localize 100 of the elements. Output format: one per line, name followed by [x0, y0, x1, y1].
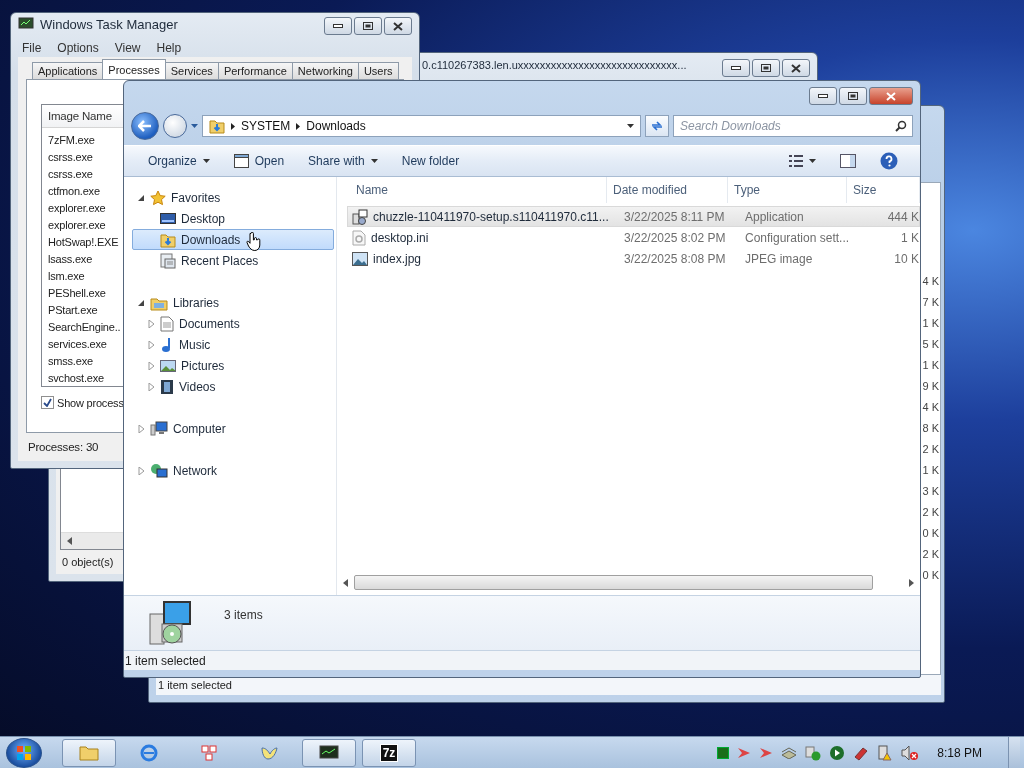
maximize-button[interactable]	[354, 17, 382, 35]
scroll-left-icon[interactable]	[67, 537, 73, 545]
nav-item[interactable]: Libraries	[132, 292, 334, 313]
stack-icon[interactable]	[781, 746, 798, 759]
process-name[interactable]: PStart.exe	[48, 301, 98, 319]
file-size: 10 K	[894, 251, 919, 266]
process-name[interactable]: services.exe	[48, 335, 107, 353]
process-name[interactable]: explorer.exe	[48, 216, 106, 234]
process-name[interactable]: SearchEngine..	[48, 318, 121, 336]
maximize-button[interactable]	[752, 59, 780, 77]
close-button[interactable]	[782, 59, 810, 77]
toolbar-button[interactable]: Organize	[140, 149, 218, 173]
nav-item[interactable]: Videos	[132, 376, 334, 397]
column-header[interactable]: Date modified	[613, 183, 688, 197]
menu-item[interactable]: File	[22, 41, 42, 55]
file-size: 9 K	[922, 379, 940, 394]
nav-item[interactable]: Network	[132, 460, 334, 481]
file-size: 0 K	[922, 526, 940, 541]
toolbar-button[interactable]: Open	[225, 149, 293, 173]
process-name[interactable]: PEShell.exe	[48, 284, 106, 302]
minimize-button[interactable]	[324, 17, 352, 35]
back-button[interactable]	[131, 112, 159, 140]
file-type: JPEG image	[745, 251, 813, 266]
maximize-icon	[761, 64, 771, 72]
process-name[interactable]: HotSwap!.EXE	[48, 233, 119, 251]
scrollbar-thumb[interactable]	[354, 575, 873, 590]
arrow-icon[interactable]	[737, 746, 752, 759]
breadcrumb[interactable]: SYSTEM	[241, 119, 291, 133]
collapsed-arrow-icon[interactable]	[147, 340, 155, 349]
toolbar-button[interactable]: Share with	[300, 149, 386, 173]
scroll-right-icon[interactable]	[909, 578, 914, 587]
nav-item[interactable]: Recent Places	[132, 250, 334, 271]
tab[interactable]: Networking	[291, 62, 359, 79]
tab[interactable]: Applications	[32, 62, 104, 79]
collapsed-arrow-icon[interactable]	[137, 466, 145, 475]
forward-button[interactable]	[163, 114, 187, 138]
folder-icon	[209, 118, 225, 134]
nav-item[interactable]: Computer	[132, 418, 334, 439]
file-row[interactable]: chuzzle-110411970-setup.s110411970.c11... 3/22/2025 8:11 PM Application 444 K	[347, 206, 920, 227]
maximize-button[interactable]	[839, 87, 867, 105]
nav-item[interactable]: Music	[132, 334, 334, 355]
close-button[interactable]	[384, 17, 412, 35]
nav-item[interactable]: Favorites	[132, 187, 334, 208]
expanded-arrow-icon[interactable]	[137, 193, 145, 202]
square-icon[interactable]	[717, 746, 730, 759]
process-name[interactable]: 7zFM.exe	[48, 131, 95, 149]
taskbar-app[interactable]	[302, 738, 356, 767]
process-name[interactable]: ctfmon.exe	[48, 182, 100, 200]
column-header[interactable]: Name	[356, 183, 388, 197]
minimize-button[interactable]	[809, 87, 837, 105]
tab[interactable]: Users	[357, 62, 399, 79]
window-icon	[233, 154, 249, 168]
expanded-arrow-icon[interactable]	[137, 298, 145, 307]
checkbox[interactable]	[41, 396, 54, 409]
process-name[interactable]: svchost.exe	[48, 369, 104, 386]
speaker-muted-icon[interactable]	[901, 744, 920, 761]
process-name[interactable]: smss.exe	[48, 352, 93, 370]
start-button[interactable]	[6, 737, 42, 768]
collapsed-arrow-icon[interactable]	[137, 424, 145, 433]
preview-pane-icon	[840, 154, 856, 168]
collapsed-arrow-icon[interactable]	[147, 382, 155, 391]
file-row[interactable]: desktop.ini 3/22/2025 8:02 PM Configuration sett... 1 K	[347, 227, 920, 248]
toolbar-button[interactable]: New folder	[393, 149, 468, 173]
tab[interactable]: Services	[164, 62, 219, 79]
play-icon[interactable]	[829, 744, 846, 761]
address-bar[interactable]: SYSTEM Downloads	[202, 115, 641, 137]
nav-item[interactable]: Pictures	[132, 355, 334, 376]
process-name[interactable]: lsm.exe	[48, 267, 85, 285]
file-size: 444 K	[887, 209, 919, 224]
nav-item[interactable]: Downloads	[132, 229, 334, 250]
clock[interactable]: 8:18 PM	[937, 745, 982, 760]
file-row[interactable]: index.jpg 3/22/2025 8:08 PM JPEG image 10 K	[347, 248, 920, 269]
arrow-icon[interactable]	[759, 746, 774, 759]
process-name[interactable]: explorer.exe	[48, 199, 106, 217]
folder-icon	[79, 744, 99, 761]
menu-item[interactable]: View	[114, 41, 141, 55]
image-file-icon	[352, 251, 368, 266]
tab[interactable]: Processes	[102, 59, 166, 79]
nav-item[interactable]: Documents	[132, 313, 334, 334]
process-name[interactable]: csrss.exe	[48, 165, 93, 183]
column-header[interactable]: Image Name	[48, 109, 112, 122]
collapsed-arrow-icon[interactable]	[147, 319, 155, 328]
scroll-left-icon[interactable]	[343, 578, 348, 587]
refresh-button[interactable]	[645, 115, 669, 137]
menu-item[interactable]: Options	[57, 41, 99, 55]
taskbar-app[interactable]: 7z	[362, 738, 416, 767]
process-name[interactable]: csrss.exe	[48, 148, 93, 166]
file-size: 2 K	[922, 442, 940, 457]
menu-item[interactable]: Help	[156, 41, 182, 55]
column-header[interactable]: Size	[853, 183, 877, 197]
arrow-left-icon	[138, 120, 152, 132]
tab[interactable]: Performance	[217, 62, 293, 79]
refresh-icon	[650, 120, 664, 132]
minimize-button[interactable]	[722, 59, 750, 77]
process-name[interactable]: lsass.exe	[48, 250, 93, 268]
search-field[interactable]: Search Downloads	[673, 115, 913, 137]
breadcrumb[interactable]: Downloads	[306, 119, 366, 133]
column-header[interactable]: Type	[734, 183, 760, 197]
collapsed-arrow-icon[interactable]	[147, 361, 155, 370]
nav-item[interactable]: Desktop	[132, 208, 334, 229]
